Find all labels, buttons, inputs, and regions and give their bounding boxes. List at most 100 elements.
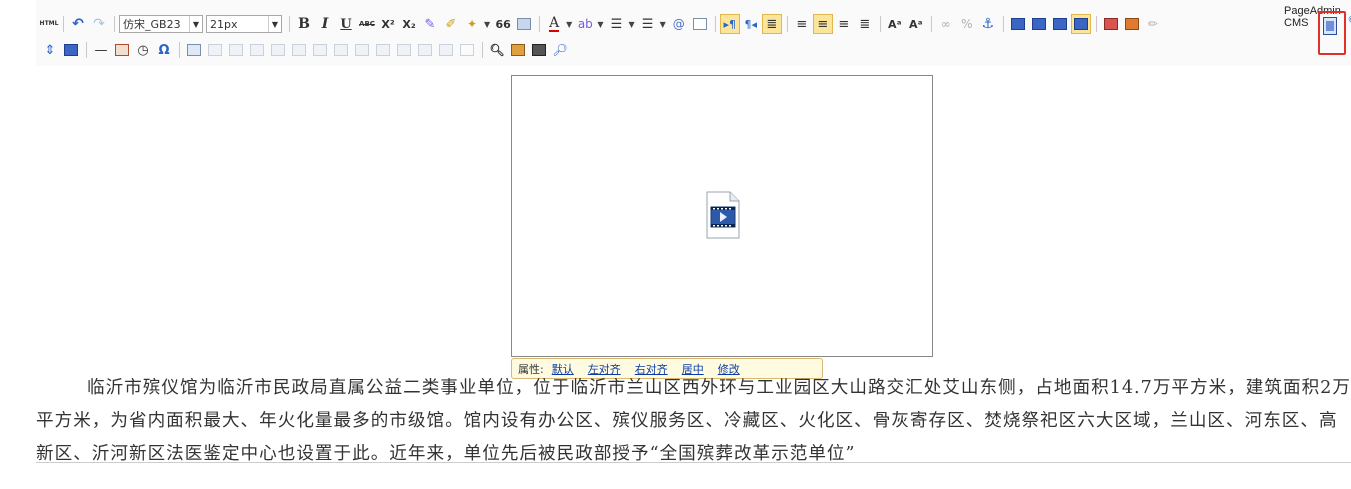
merge-right-icon: [355, 44, 369, 56]
delete-table-button[interactable]: [205, 40, 225, 60]
italic-button[interactable]: I: [315, 14, 335, 34]
separator: [179, 42, 180, 58]
undo-button[interactable]: ↶: [68, 14, 88, 34]
paste-button[interactable]: [508, 40, 528, 60]
eraser-button[interactable]: ✎: [420, 14, 440, 34]
background-color-button[interactable]: ab: [575, 14, 595, 34]
split-rows-button[interactable]: [415, 40, 435, 60]
align-center-button[interactable]: ≡: [812, 14, 833, 34]
format-brush-button[interactable]: ✐: [441, 14, 461, 34]
editor-content[interactable]: 属性: 默认 左对齐 右对齐 居中 修改 临沂市殡仪馆为临沂市民政局直属公益二类…: [36, 66, 1351, 464]
image-none-icon: [1010, 18, 1025, 30]
subscript-button[interactable]: X₂: [399, 14, 419, 34]
insert-time-button[interactable]: ◷: [133, 40, 153, 60]
to-lowercase-button[interactable]: Aᵃ: [906, 14, 926, 34]
delete-col-button[interactable]: [310, 40, 330, 60]
page-icon: [692, 18, 707, 30]
redo-button[interactable]: ↷: [89, 14, 109, 34]
separator: [879, 16, 881, 32]
paste-plain-button[interactable]: [514, 14, 534, 34]
omega-icon: Ω: [158, 42, 170, 58]
link-button[interactable]: ∞: [936, 14, 956, 34]
font-color-button[interactable]: A: [544, 14, 564, 34]
chevron-down-icon[interactable]: ▼: [484, 20, 490, 29]
separator: [1002, 16, 1004, 32]
unordered-list-icon: ☰: [641, 16, 654, 32]
insert-table-button[interactable]: [184, 40, 204, 60]
special-chars-button[interactable]: Ω: [154, 40, 174, 60]
clock-icon: ◷: [137, 42, 149, 58]
font-size-select[interactable]: 21px ▼: [206, 15, 282, 33]
underline-icon: U: [340, 16, 352, 32]
align-left-button[interactable]: ≡: [792, 14, 812, 34]
anchor-text-button[interactable]: @: [669, 14, 689, 34]
unordered-list-button[interactable]: ☰: [638, 14, 658, 34]
table-delete-icon: [208, 44, 222, 56]
html-label: HTML: [39, 20, 59, 27]
delete-row-button[interactable]: [268, 40, 288, 60]
lowercase-icon: Aᵃ: [909, 17, 923, 31]
auto-format-button[interactable]: ✦: [462, 14, 482, 34]
align-right-button[interactable]: ≡: [834, 14, 854, 34]
magnifier-icon: 🔎︎: [552, 43, 568, 57]
merge-cells-button[interactable]: [331, 40, 351, 60]
underline-button[interactable]: U: [336, 14, 356, 34]
indent-button[interactable]: ≣: [761, 14, 782, 34]
merge-down-button[interactable]: [373, 40, 393, 60]
image-none-button[interactable]: [1008, 14, 1028, 34]
horizontal-rule-icon: —: [94, 42, 108, 58]
bold-button[interactable]: B: [294, 14, 314, 34]
image-center-button[interactable]: [1070, 14, 1091, 34]
to-uppercase-button[interactable]: Aᵃ: [885, 14, 905, 34]
table-icon: [187, 44, 201, 56]
unlink-button[interactable]: %: [957, 14, 977, 34]
multi-image-button[interactable]: [1122, 14, 1142, 34]
anchor-button[interactable]: ⚓: [978, 14, 998, 34]
ordered-list-button[interactable]: ☰: [606, 14, 626, 34]
blockquote-button[interactable]: 66: [493, 14, 513, 34]
chevron-down-icon: ▼: [268, 16, 281, 32]
rtl-button[interactable]: ¶◂: [741, 14, 761, 34]
insert-date-button[interactable]: [112, 40, 132, 60]
insert-col-button[interactable]: [289, 40, 309, 60]
source-html-button[interactable]: HTML: [39, 14, 59, 34]
superscript-button[interactable]: X²: [378, 14, 398, 34]
attachment-button[interactable]: 📎︎: [1346, 13, 1351, 33]
video-placeholder[interactable]: [511, 75, 933, 357]
preview-button[interactable]: 🔎︎: [550, 40, 570, 60]
image-left-button[interactable]: [1029, 14, 1049, 34]
chevron-down-icon[interactable]: ▼: [597, 20, 603, 29]
align-center-icon: ≡: [817, 16, 829, 32]
merge-right-button[interactable]: [352, 40, 372, 60]
print-button[interactable]: [529, 40, 549, 60]
select-all-button[interactable]: [690, 14, 710, 34]
insert-image-button[interactable]: [1101, 14, 1121, 34]
align-justify-button[interactable]: ≣: [855, 14, 875, 34]
blockquote-icon: 66: [495, 17, 511, 31]
chevron-down-icon[interactable]: ▼: [566, 20, 572, 29]
split-cells-button[interactable]: [394, 40, 414, 60]
scrawl-icon: ✏: [1147, 17, 1158, 31]
ltr-icon: ▸¶: [723, 17, 737, 31]
align-justify-icon: ≣: [859, 16, 871, 32]
font-family-select[interactable]: 仿宋_GB23 ▼: [119, 15, 203, 33]
ltr-button[interactable]: ▸¶: [719, 14, 740, 34]
strikethrough-button[interactable]: ABC: [357, 14, 377, 34]
merge-down-icon: [376, 44, 390, 56]
clipboard-icon: [511, 44, 525, 56]
chevron-down-icon[interactable]: ▼: [660, 20, 666, 29]
split-cols-button[interactable]: [436, 40, 456, 60]
font-family-value: 仿宋_GB23: [123, 18, 181, 31]
scrawl-button[interactable]: ✏: [1143, 14, 1163, 34]
table-properties-button[interactable]: [457, 40, 477, 60]
template-button[interactable]: [61, 40, 81, 60]
font-color-icon: A: [549, 15, 560, 32]
insert-paragraph-before-table-button[interactable]: [226, 40, 246, 60]
toolbar-row-2: ⇕ — ◷ Ω 🔍︎ 🔎︎: [40, 39, 571, 61]
insert-row-button[interactable]: [247, 40, 267, 60]
image-right-button[interactable]: [1050, 14, 1070, 34]
line-height-button[interactable]: ⇕: [40, 40, 60, 60]
horizontal-rule-button[interactable]: —: [91, 40, 111, 60]
chevron-down-icon[interactable]: ▼: [628, 20, 634, 29]
search-replace-button[interactable]: 🔍︎: [487, 40, 507, 60]
